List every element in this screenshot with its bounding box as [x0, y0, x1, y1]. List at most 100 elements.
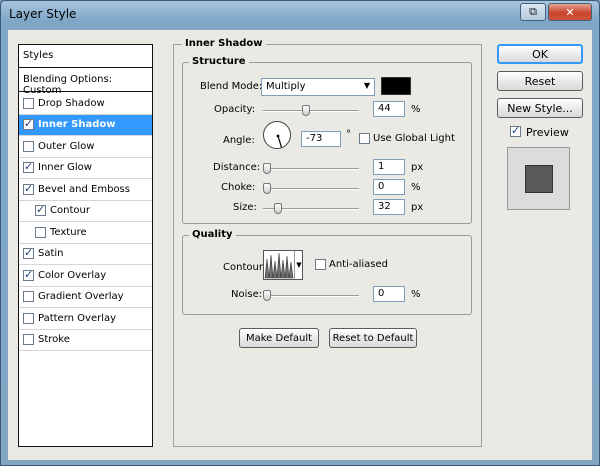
contour-dropdown-arrow-icon[interactable]: ▼ — [294, 251, 303, 279]
style-item-checkbox[interactable] — [23, 117, 34, 131]
use-global-light-label: Use Global Light — [373, 133, 455, 144]
style-item-color-overlay[interactable]: Color Overlay — [19, 265, 152, 287]
opacity-unit: % — [411, 104, 421, 115]
blend-mode-value: Multiply — [266, 81, 306, 92]
preview-checkbox[interactable] — [510, 124, 521, 137]
blend-mode-label: Blend Mode: — [200, 81, 263, 92]
style-item-checkbox[interactable] — [35, 226, 46, 238]
anti-aliased-label: Anti-aliased — [329, 259, 389, 270]
styles-header[interactable]: Styles — [19, 45, 152, 68]
style-item-checkbox[interactable] — [23, 182, 34, 195]
opacity-slider-thumb[interactable] — [301, 105, 310, 116]
angle-dial-needle — [276, 134, 283, 148]
preview-label: Preview — [526, 126, 569, 139]
distance-unit: px — [411, 162, 424, 173]
size-slider[interactable] — [263, 203, 359, 214]
angle-dial[interactable] — [263, 121, 291, 149]
angle-input[interactable]: -73 — [301, 131, 341, 147]
blend-mode-select[interactable]: Multiply ▼ — [261, 78, 375, 96]
style-item-label: Color Overlay — [38, 269, 107, 281]
restore-button[interactable]: ⧉ — [520, 3, 546, 21]
shadow-color-swatch[interactable] — [381, 77, 411, 95]
choke-input[interactable]: 0 — [373, 179, 405, 195]
style-item-bevel-and-emboss[interactable]: Bevel and Emboss — [19, 179, 152, 201]
opacity-input[interactable]: 44 — [373, 101, 405, 117]
style-item-checkbox[interactable] — [23, 312, 34, 324]
noise-label: Noise: — [231, 289, 263, 300]
close-button[interactable]: ✕ — [548, 3, 592, 21]
noise-slider[interactable] — [263, 290, 359, 301]
structure-group: Structure Blend Mode: Multiply ▼ Opacity… — [182, 56, 472, 224]
choke-unit: % — [411, 182, 421, 193]
distance-slider-thumb[interactable] — [263, 163, 271, 174]
choke-slider-thumb[interactable] — [263, 183, 271, 194]
style-preview-swatch — [525, 165, 553, 193]
style-item-checkbox[interactable] — [35, 203, 46, 217]
style-item-checkbox[interactable] — [23, 246, 34, 260]
angle-unit: ° — [346, 129, 351, 140]
opacity-slider[interactable] — [263, 105, 359, 116]
reset-button[interactable]: Reset — [497, 71, 583, 91]
style-preview — [507, 147, 570, 210]
style-item-checkbox[interactable] — [23, 291, 34, 303]
blending-options-item[interactable]: Blending Options: Custom — [19, 69, 152, 96]
angle-label: Angle: — [223, 135, 255, 146]
new-style-button[interactable]: New Style... — [497, 98, 583, 118]
choke-slider[interactable] — [263, 183, 359, 194]
noise-slider-thumb[interactable] — [263, 290, 271, 301]
style-item-label: Inner Shadow — [38, 119, 116, 131]
structure-title: Structure — [189, 56, 249, 67]
style-item-label: Outer Glow — [38, 140, 95, 152]
style-item-checkbox[interactable] — [23, 334, 34, 346]
close-icon: ✕ — [565, 5, 575, 19]
style-item-checkbox[interactable] — [23, 140, 34, 152]
title-bar[interactable]: Layer Style ⧉ ✕ — [1, 1, 599, 28]
style-item-inner-glow[interactable]: Inner Glow — [19, 158, 152, 179]
style-item-satin[interactable]: Satin — [19, 244, 152, 265]
style-item-checkbox[interactable] — [23, 97, 34, 109]
contour-thumbnail-icon — [264, 251, 294, 279]
style-item-checkbox[interactable] — [23, 268, 34, 281]
style-item-label: Contour — [50, 205, 90, 217]
distance-slider[interactable] — [263, 163, 359, 174]
style-item-texture[interactable]: Texture — [19, 222, 152, 244]
reset-to-default-button[interactable]: Reset to Default — [329, 328, 417, 348]
style-item-label: Bevel and Emboss — [38, 183, 130, 195]
style-item-label: Pattern Overlay — [38, 312, 117, 324]
styles-header-label: Styles — [23, 50, 54, 61]
ok-button[interactable]: OK — [497, 44, 583, 64]
dropdown-arrow-icon: ▼ — [363, 81, 370, 90]
noise-unit: % — [411, 289, 421, 300]
style-item-gradient-overlay[interactable]: Gradient Overlay — [19, 287, 152, 308]
distance-label: Distance: — [213, 162, 261, 173]
style-item-checkbox[interactable] — [23, 160, 34, 174]
style-item-label: Drop Shadow — [38, 97, 105, 109]
style-item-label: Inner Glow — [38, 162, 92, 174]
style-item-outer-glow[interactable]: Outer Glow — [19, 136, 152, 158]
noise-input[interactable]: 0 — [373, 286, 405, 302]
style-item-drop-shadow[interactable]: Drop Shadow — [19, 93, 152, 115]
style-item-inner-shadow[interactable]: Inner Shadow — [19, 114, 152, 136]
style-item-label: Texture — [50, 226, 87, 238]
quality-title: Quality — [189, 229, 236, 240]
dialog-client-area: Styles Blending Options: Custom Drop Sha… — [7, 29, 593, 461]
restore-icon: ⧉ — [529, 5, 537, 18]
size-slider-thumb[interactable] — [274, 203, 283, 214]
quality-group: Quality Contour: ▼ Anti-aliased Noise: 0… — [182, 229, 472, 315]
contour-picker[interactable]: ▼ — [263, 250, 303, 280]
size-input[interactable]: 32 — [373, 199, 405, 215]
layer-style-window: Layer Style ⧉ ✕ Styles Blending Options:… — [0, 0, 600, 466]
style-item-contour[interactable]: Contour — [19, 201, 152, 222]
use-global-light-checkbox[interactable] — [359, 133, 370, 144]
anti-aliased-checkbox[interactable] — [315, 259, 326, 270]
inner-shadow-panel: Inner Shadow Structure Blend Mode: Multi… — [173, 38, 482, 447]
style-item-stroke[interactable]: Stroke — [19, 330, 152, 351]
size-unit: px — [411, 202, 424, 213]
opacity-label: Opacity: — [214, 104, 256, 115]
style-item-pattern-overlay[interactable]: Pattern Overlay — [19, 308, 152, 330]
size-label: Size: — [233, 202, 257, 213]
make-default-button[interactable]: Make Default — [239, 328, 319, 348]
contour-label: Contour: — [223, 262, 267, 273]
style-item-label: Stroke — [38, 334, 70, 346]
distance-input[interactable]: 1 — [373, 159, 405, 175]
